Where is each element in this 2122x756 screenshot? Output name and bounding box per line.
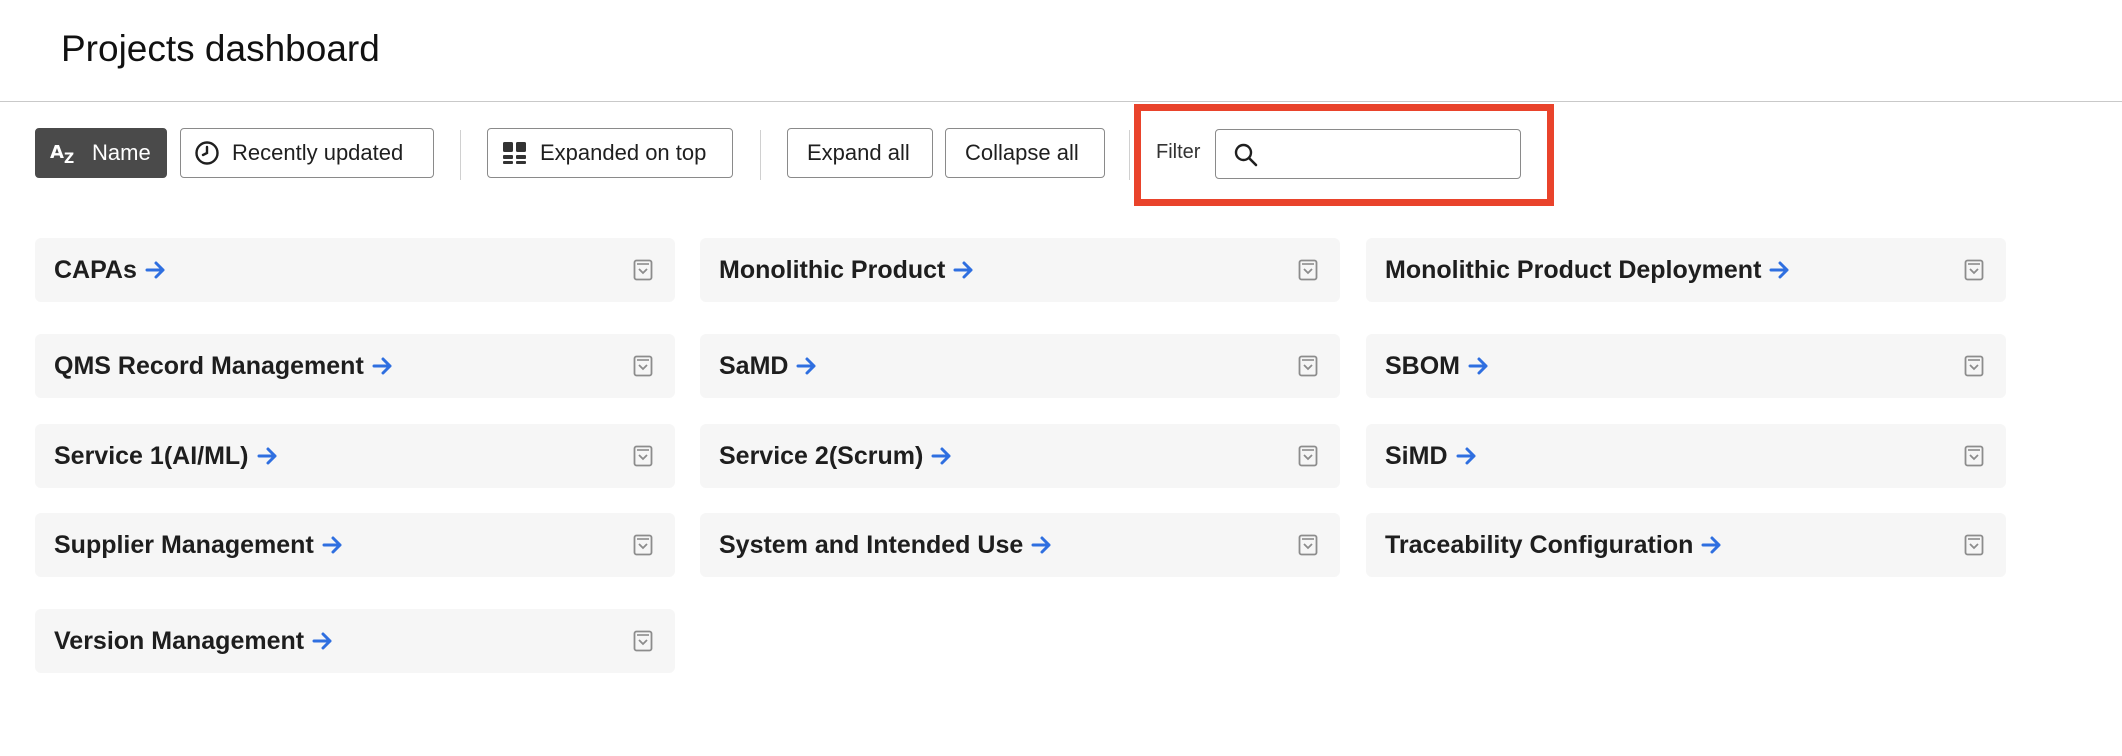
arrow-right-icon	[796, 356, 818, 376]
project-card: Version Management	[35, 609, 675, 673]
expand-toggle-icon[interactable]	[1298, 534, 1318, 556]
expand-toggle-icon[interactable]	[633, 445, 653, 467]
expand-all-label: Expand all	[807, 140, 910, 165]
project-card: SaMD	[700, 334, 1340, 398]
filter-input[interactable]	[1268, 136, 1516, 174]
collapse-all-button[interactable]: Collapse all	[945, 128, 1105, 178]
arrow-right-icon	[1031, 535, 1053, 555]
expand-toggle-icon[interactable]	[633, 630, 653, 652]
project-name: Traceability Configuration	[1385, 530, 1694, 559]
expand-toggle-icon[interactable]	[633, 355, 653, 377]
arrow-right-icon	[322, 535, 344, 555]
project-link[interactable]: Service 1(AI/ML)	[54, 424, 279, 488]
expand-toggle-icon[interactable]	[1298, 445, 1318, 467]
project-name: QMS Record Management	[54, 351, 364, 380]
project-name: Supplier Management	[54, 530, 314, 559]
filter-field[interactable]	[1215, 129, 1521, 179]
project-card: Supplier Management	[35, 513, 675, 577]
sort-by-name-button[interactable]: A Z Name	[35, 128, 167, 178]
project-name: Version Management	[54, 626, 305, 655]
project-card: QMS Record Management	[35, 334, 675, 398]
arrow-right-icon	[931, 446, 953, 466]
page-header: Projects dashboard	[0, 0, 2122, 102]
project-card: Monolithic Product Deployment	[1366, 238, 2006, 302]
expanded-on-top-button[interactable]: Expanded on top	[487, 128, 733, 178]
project-card: Monolithic Product	[700, 238, 1340, 302]
project-name: SiMD	[1385, 441, 1448, 470]
arrow-right-icon	[1456, 446, 1478, 466]
project-card: Service 1(AI/ML)	[35, 424, 675, 488]
grid-layout-icon	[502, 141, 528, 165]
project-link[interactable]: QMS Record Management	[54, 334, 394, 398]
project-name: Monolithic Product Deployment	[1385, 255, 1762, 284]
project-link[interactable]: SaMD	[719, 334, 818, 398]
arrow-right-icon	[145, 260, 167, 280]
sort-by-name-label: Name	[92, 140, 151, 165]
toolbar-divider	[460, 130, 461, 180]
toolbar-divider	[1129, 130, 1130, 180]
project-link[interactable]: SiMD	[1385, 424, 1478, 488]
arrow-right-icon	[312, 631, 334, 651]
project-card: System and Intended Use	[700, 513, 1340, 577]
collapse-all-label: Collapse all	[965, 140, 1079, 165]
expand-toggle-icon[interactable]	[633, 259, 653, 281]
expand-toggle-icon[interactable]	[1298, 259, 1318, 281]
svg-text:Z: Z	[64, 151, 74, 165]
sort-alphabetical-icon: A Z	[50, 141, 80, 165]
expand-toggle-icon[interactable]	[1964, 259, 1984, 281]
expand-toggle-icon[interactable]	[1298, 355, 1318, 377]
search-icon	[1233, 142, 1259, 173]
project-link[interactable]: Traceability Configuration	[1385, 513, 1723, 577]
expand-toggle-icon[interactable]	[1964, 445, 1984, 467]
expand-toggle-icon[interactable]	[1964, 355, 1984, 377]
project-link[interactable]: CAPAs	[54, 238, 167, 302]
expand-toggle-icon[interactable]	[633, 534, 653, 556]
clock-icon	[194, 140, 220, 166]
project-name: CAPAs	[54, 255, 137, 284]
project-link[interactable]: System and Intended Use	[719, 513, 1053, 577]
project-link[interactable]: Monolithic Product	[719, 238, 975, 302]
projects-dashboard-page: Projects dashboard A Z Name Recently upd…	[0, 0, 2122, 756]
project-name: Monolithic Product	[719, 255, 946, 284]
arrow-right-icon	[1701, 535, 1723, 555]
project-link[interactable]: Version Management	[54, 609, 334, 673]
project-name: System and Intended Use	[719, 530, 1024, 559]
project-link[interactable]: SBOM	[1385, 334, 1490, 398]
project-link[interactable]: Service 2(Scrum)	[719, 424, 953, 488]
arrow-right-icon	[1468, 356, 1490, 376]
arrow-right-icon	[1769, 260, 1791, 280]
project-name: SBOM	[1385, 351, 1460, 380]
arrow-right-icon	[953, 260, 975, 280]
sort-by-recently-updated-button[interactable]: Recently updated	[180, 128, 434, 178]
filter-label: Filter	[1156, 141, 1201, 163]
project-name: Service 2(Scrum)	[719, 441, 924, 470]
expand-toggle-icon[interactable]	[1964, 534, 1984, 556]
sort-by-recently-updated-label: Recently updated	[232, 140, 404, 165]
expanded-on-top-label: Expanded on top	[540, 140, 707, 165]
project-card: SiMD	[1366, 424, 2006, 488]
project-card: Service 2(Scrum)	[700, 424, 1340, 488]
project-card: SBOM	[1366, 334, 2006, 398]
project-card: CAPAs	[35, 238, 675, 302]
arrow-right-icon	[257, 446, 279, 466]
toolbar-divider	[760, 130, 761, 180]
project-link[interactable]: Monolithic Product Deployment	[1385, 238, 1791, 302]
project-link[interactable]: Supplier Management	[54, 513, 344, 577]
arrow-right-icon	[372, 356, 394, 376]
page-title: Projects dashboard	[61, 28, 380, 69]
svg-text:A: A	[50, 142, 64, 163]
expand-all-button[interactable]: Expand all	[787, 128, 933, 178]
project-card: Traceability Configuration	[1366, 513, 2006, 577]
project-name: SaMD	[719, 351, 789, 380]
project-name: Service 1(AI/ML)	[54, 441, 249, 470]
